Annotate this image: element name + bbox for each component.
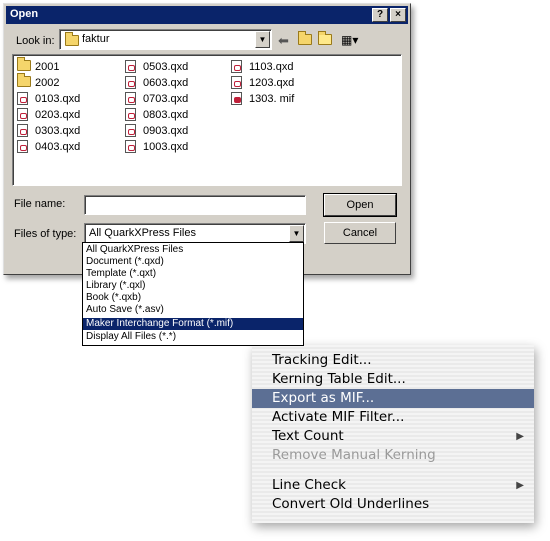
dialog-title: Open: [10, 8, 39, 20]
dropdown-option-selected[interactable]: Maker Interchange Format (*.mif): [83, 318, 303, 330]
qxd-file-icon: [125, 140, 136, 153]
file-name-label: File name:: [14, 198, 66, 210]
mif-file-icon: [231, 92, 242, 105]
files-of-type-label: Files of type:: [14, 228, 77, 240]
file-name: 0903.qxd: [143, 125, 189, 137]
menu-item-convert-old-underlines[interactable]: Convert Old Underlines: [252, 495, 534, 514]
qxd-file-icon: [17, 140, 28, 153]
files-of-type-dropdown[interactable]: All QuarkXPress Files Document (*.qxd) T…: [82, 242, 304, 346]
open-dialog: Open ? × Look in: faktur ▼ ⬅ ▦▾ 2001 200…: [3, 3, 411, 275]
new-folder-icon[interactable]: [318, 31, 332, 48]
dropdown-option[interactable]: Template (*.qxt): [83, 268, 303, 280]
folder-icon: [17, 57, 31, 71]
folder-icon: [17, 73, 31, 87]
submenu-arrow-icon: ▶: [516, 480, 524, 491]
close-button[interactable]: ×: [390, 8, 406, 22]
menu-item-kerning-table-edit[interactable]: Kerning Table Edit...: [252, 370, 534, 389]
file-list[interactable]: 2001 2002 0103.qxd 0203.qxd 0303.qxd 040…: [12, 54, 402, 186]
menu-item-tracking-edit[interactable]: Tracking Edit...: [252, 351, 534, 370]
qxd-file-icon: [17, 124, 28, 137]
menu-item-label: Tracking Edit...: [272, 352, 372, 368]
file-name: 2001: [35, 61, 60, 73]
qxd-file-icon: [17, 92, 28, 105]
folder-icon: [65, 32, 79, 46]
cancel-button[interactable]: Cancel: [324, 222, 396, 244]
file-name: 0603.qxd: [143, 77, 189, 89]
look-in-combo[interactable]: faktur ▼: [59, 29, 272, 50]
menu-item-label: Text Count: [272, 428, 344, 444]
dropdown-option[interactable]: Document (*.qxd): [83, 256, 303, 268]
file-name: 1003.qxd: [143, 141, 189, 153]
menu-item-label: Activate MIF Filter...: [272, 409, 405, 425]
menu-item-label: Kerning Table Edit...: [272, 371, 406, 387]
file-name: 0203.qxd: [35, 109, 81, 121]
file-name: 0703.qxd: [143, 93, 189, 105]
menu-item-remove-manual-kerning: Remove Manual Kerning: [252, 446, 534, 465]
file-name: 1103.qxd: [249, 61, 294, 73]
qxd-file-icon: [125, 92, 136, 105]
dropdown-option[interactable]: All QuarkXPress Files: [83, 244, 303, 256]
qxd-file-icon: [125, 108, 136, 121]
file-name: 0503.qxd: [143, 61, 189, 73]
look-in-value: faktur: [82, 33, 110, 45]
file-name: 0403.qxd: [35, 141, 81, 153]
dropdown-option[interactable]: Display All Files (*.*): [83, 331, 303, 343]
up-folder-icon[interactable]: [298, 31, 312, 48]
dropdown-option[interactable]: Auto Save (*.asv): [83, 304, 303, 316]
dropdown-option[interactable]: Library (*.qxl): [83, 280, 303, 292]
menu-item-export-as-mif[interactable]: Export as MIF...: [252, 389, 534, 408]
dialog-titlebar[interactable]: Open ? ×: [6, 6, 408, 24]
submenu-arrow-icon: ▶: [516, 431, 524, 442]
qxd-file-icon: [17, 108, 28, 121]
qxd-file-icon: [231, 60, 242, 73]
menu-item-label: Export as MIF...: [272, 390, 375, 406]
file-name-input[interactable]: [84, 195, 306, 215]
files-of-type-value: All QuarkXPress Files: [89, 227, 196, 239]
back-arrow-icon[interactable]: ⬅: [278, 33, 289, 49]
qxd-file-icon: [125, 124, 136, 137]
file-name: 0803.qxd: [143, 109, 189, 121]
file-name: 1303. mif: [249, 93, 295, 105]
menu-item-text-count[interactable]: Text Count ▶: [252, 427, 534, 446]
menu-item-label: Convert Old Underlines: [272, 496, 430, 512]
files-of-type-combo[interactable]: All QuarkXPress Files ▼: [84, 223, 306, 244]
file-name: 1203.qxd: [249, 77, 295, 89]
file-name: 2002: [35, 77, 60, 89]
help-button[interactable]: ?: [372, 8, 388, 22]
qxd-file-icon: [231, 76, 242, 89]
open-button[interactable]: Open: [323, 193, 397, 217]
menu-separator: [252, 469, 534, 470]
menu-item-line-check[interactable]: Line Check ▶: [252, 476, 534, 495]
menu-item-activate-mif-filter[interactable]: Activate MIF Filter...: [252, 408, 534, 427]
view-menu-icon[interactable]: ▦▾: [341, 33, 358, 47]
qxd-file-icon: [125, 60, 136, 73]
menu-item-label: Remove Manual Kerning: [272, 447, 436, 463]
chevron-down-icon[interactable]: ▼: [255, 31, 270, 48]
chevron-down-icon[interactable]: ▼: [289, 225, 304, 242]
menu-item-label: Line Check: [272, 477, 346, 493]
file-name: 0303.qxd: [35, 125, 81, 137]
look-in-label: Look in:: [16, 35, 55, 47]
dropdown-option[interactable]: Book (*.qxb): [83, 292, 303, 304]
qxd-file-icon: [125, 76, 136, 89]
file-name: 0103.qxd: [35, 93, 81, 105]
utilities-menu: Tracking Edit... Kerning Table Edit... E…: [252, 345, 534, 523]
